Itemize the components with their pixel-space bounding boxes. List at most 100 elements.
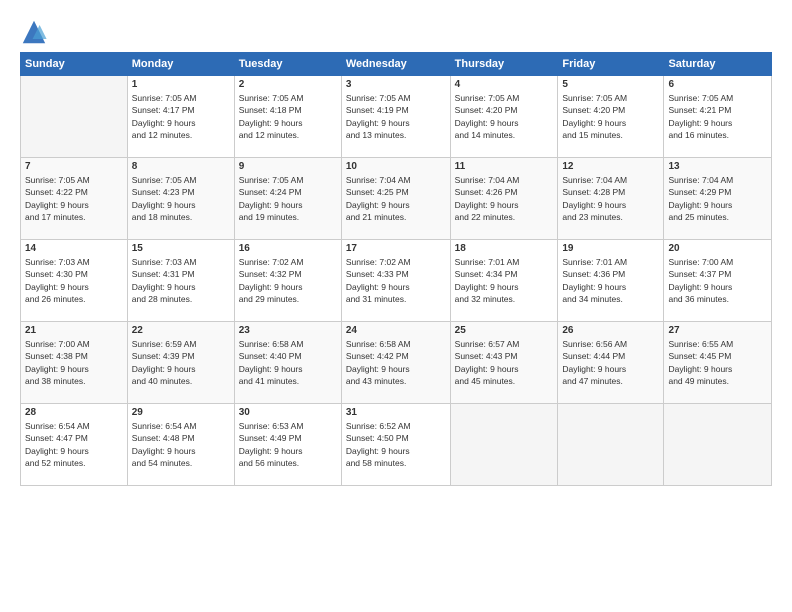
day-info: Sunrise: 7:04 AM Sunset: 4:28 PM Dayligh…	[562, 174, 659, 223]
week-row-3: 14 Sunrise: 7:03 AM Sunset: 4:30 PM Dayli…	[21, 240, 772, 322]
day-cell: 16 Sunrise: 7:02 AM Sunset: 4:32 PM Dayli…	[234, 240, 341, 322]
day-cell	[558, 404, 664, 486]
day-cell: 29 Sunrise: 6:54 AM Sunset: 4:48 PM Dayli…	[127, 404, 234, 486]
day-number: 16	[239, 243, 337, 254]
day-number: 4	[455, 79, 554, 90]
week-row-4: 21Sunrise: 7:00 AM Sunset: 4:38 PM Dayli…	[21, 322, 772, 404]
day-number: 10	[346, 161, 446, 172]
day-number: 25	[455, 325, 554, 336]
day-number: 9	[239, 161, 337, 172]
day-cell: 12Sunrise: 7:04 AM Sunset: 4:28 PM Dayli…	[558, 158, 664, 240]
day-number: 19	[562, 243, 659, 254]
day-info: Sunrise: 7:01 AM Sunset: 4:34 PM Dayligh…	[455, 256, 554, 305]
day-info: Sunrise: 6:54 AM Sunset: 4:48 PM Dayligh…	[132, 420, 230, 469]
day-number: 8	[132, 161, 230, 172]
calendar-table: SundayMondayTuesdayWednesdayThursdayFrid…	[20, 52, 772, 486]
day-number: 7	[25, 161, 123, 172]
day-info: Sunrise: 7:05 AM Sunset: 4:20 PM Dayligh…	[562, 92, 659, 141]
day-cell: 28 Sunrise: 6:54 AM Sunset: 4:47 PM Dayli…	[21, 404, 128, 486]
day-cell	[21, 76, 128, 158]
day-number: 21	[25, 325, 123, 336]
day-number: 15	[132, 243, 230, 254]
day-info: Sunrise: 7:05 AM Sunset: 4:21 PM Dayligh…	[668, 92, 767, 141]
day-cell	[450, 404, 558, 486]
day-cell: 20 Sunrise: 7:00 AM Sunset: 4:37 PM Dayli…	[664, 240, 772, 322]
header-cell-tuesday: Tuesday	[234, 53, 341, 76]
day-number: 5	[562, 79, 659, 90]
day-info: Sunrise: 6:53 AM Sunset: 4:49 PM Dayligh…	[239, 420, 337, 469]
header-cell-sunday: Sunday	[21, 53, 128, 76]
day-cell: 1 Sunrise: 7:05 AM Sunset: 4:17 PM Daylig…	[127, 76, 234, 158]
day-info: Sunrise: 7:03 AM Sunset: 4:30 PM Dayligh…	[25, 256, 123, 305]
day-info: Sunrise: 7:05 AM Sunset: 4:17 PM Dayligh…	[132, 92, 230, 141]
day-number: 1	[132, 79, 230, 90]
day-cell: 13Sunrise: 7:04 AM Sunset: 4:29 PM Dayli…	[664, 158, 772, 240]
day-number: 2	[239, 79, 337, 90]
header-row: SundayMondayTuesdayWednesdayThursdayFrid…	[21, 53, 772, 76]
day-info: Sunrise: 7:03 AM Sunset: 4:31 PM Dayligh…	[132, 256, 230, 305]
day-number: 27	[668, 325, 767, 336]
day-cell: 9 Sunrise: 7:05 AM Sunset: 4:24 PM Daylig…	[234, 158, 341, 240]
day-cell: 3 Sunrise: 7:05 AM Sunset: 4:19 PM Daylig…	[341, 76, 450, 158]
week-row-1: 1 Sunrise: 7:05 AM Sunset: 4:17 PM Daylig…	[21, 76, 772, 158]
day-info: Sunrise: 7:02 AM Sunset: 4:32 PM Dayligh…	[239, 256, 337, 305]
day-info: Sunrise: 7:05 AM Sunset: 4:18 PM Dayligh…	[239, 92, 337, 141]
logo-icon	[20, 18, 48, 46]
day-cell: 11 Sunrise: 7:04 AM Sunset: 4:26 PM Dayli…	[450, 158, 558, 240]
day-cell: 27Sunrise: 6:55 AM Sunset: 4:45 PM Dayli…	[664, 322, 772, 404]
day-info: Sunrise: 6:52 AM Sunset: 4:50 PM Dayligh…	[346, 420, 446, 469]
day-cell: 6 Sunrise: 7:05 AM Sunset: 4:21 PM Daylig…	[664, 76, 772, 158]
day-number: 24	[346, 325, 446, 336]
day-number: 28	[25, 407, 123, 418]
header-cell-wednesday: Wednesday	[341, 53, 450, 76]
day-cell: 21Sunrise: 7:00 AM Sunset: 4:38 PM Dayli…	[21, 322, 128, 404]
day-number: 22	[132, 325, 230, 336]
day-cell: 8 Sunrise: 7:05 AM Sunset: 4:23 PM Daylig…	[127, 158, 234, 240]
day-info: Sunrise: 7:02 AM Sunset: 4:33 PM Dayligh…	[346, 256, 446, 305]
header	[20, 18, 772, 46]
day-number: 18	[455, 243, 554, 254]
day-cell	[664, 404, 772, 486]
day-info: Sunrise: 7:00 AM Sunset: 4:37 PM Dayligh…	[668, 256, 767, 305]
day-cell: 25 Sunrise: 6:57 AM Sunset: 4:43 PM Dayli…	[450, 322, 558, 404]
day-info: Sunrise: 7:05 AM Sunset: 4:23 PM Dayligh…	[132, 174, 230, 223]
day-number: 3	[346, 79, 446, 90]
header-cell-thursday: Thursday	[450, 53, 558, 76]
day-cell: 10Sunrise: 7:04 AM Sunset: 4:25 PM Dayli…	[341, 158, 450, 240]
day-info: Sunrise: 6:54 AM Sunset: 4:47 PM Dayligh…	[25, 420, 123, 469]
logo	[20, 18, 52, 46]
day-number: 14	[25, 243, 123, 254]
day-cell: 31 Sunrise: 6:52 AM Sunset: 4:50 PM Dayli…	[341, 404, 450, 486]
day-number: 17	[346, 243, 446, 254]
page: SundayMondayTuesdayWednesdayThursdayFrid…	[0, 0, 792, 612]
day-cell: 18 Sunrise: 7:01 AM Sunset: 4:34 PM Dayli…	[450, 240, 558, 322]
day-number: 6	[668, 79, 767, 90]
day-info: Sunrise: 7:05 AM Sunset: 4:24 PM Dayligh…	[239, 174, 337, 223]
day-cell: 17 Sunrise: 7:02 AM Sunset: 4:33 PM Dayli…	[341, 240, 450, 322]
day-cell: 30 Sunrise: 6:53 AM Sunset: 4:49 PM Dayli…	[234, 404, 341, 486]
header-cell-monday: Monday	[127, 53, 234, 76]
day-number: 20	[668, 243, 767, 254]
day-info: Sunrise: 7:01 AM Sunset: 4:36 PM Dayligh…	[562, 256, 659, 305]
day-cell: 19 Sunrise: 7:01 AM Sunset: 4:36 PM Dayli…	[558, 240, 664, 322]
day-number: 13	[668, 161, 767, 172]
day-info: Sunrise: 7:05 AM Sunset: 4:19 PM Dayligh…	[346, 92, 446, 141]
day-info: Sunrise: 6:58 AM Sunset: 4:42 PM Dayligh…	[346, 338, 446, 387]
day-number: 11	[455, 161, 554, 172]
day-info: Sunrise: 6:58 AM Sunset: 4:40 PM Dayligh…	[239, 338, 337, 387]
day-cell: 7Sunrise: 7:05 AM Sunset: 4:22 PM Daylig…	[21, 158, 128, 240]
day-cell: 4Sunrise: 7:05 AM Sunset: 4:20 PM Daylig…	[450, 76, 558, 158]
day-info: Sunrise: 7:04 AM Sunset: 4:26 PM Dayligh…	[455, 174, 554, 223]
day-cell: 2 Sunrise: 7:05 AM Sunset: 4:18 PM Daylig…	[234, 76, 341, 158]
day-number: 26	[562, 325, 659, 336]
day-number: 29	[132, 407, 230, 418]
header-cell-saturday: Saturday	[664, 53, 772, 76]
day-number: 23	[239, 325, 337, 336]
header-cell-friday: Friday	[558, 53, 664, 76]
day-cell: 15 Sunrise: 7:03 AM Sunset: 4:31 PM Dayli…	[127, 240, 234, 322]
day-number: 30	[239, 407, 337, 418]
day-number: 31	[346, 407, 446, 418]
day-cell: 22Sunrise: 6:59 AM Sunset: 4:39 PM Dayli…	[127, 322, 234, 404]
day-info: Sunrise: 6:57 AM Sunset: 4:43 PM Dayligh…	[455, 338, 554, 387]
day-cell: 5 Sunrise: 7:05 AM Sunset: 4:20 PM Daylig…	[558, 76, 664, 158]
